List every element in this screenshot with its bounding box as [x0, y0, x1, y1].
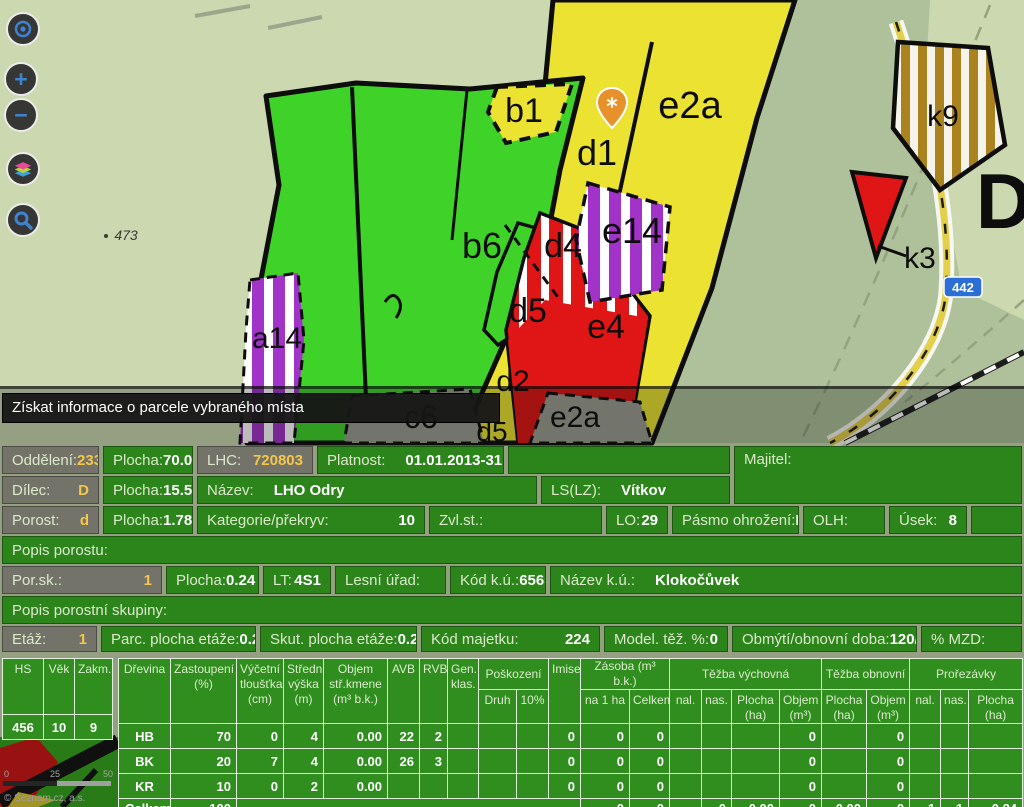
map-tooltip: Získat informace o parcele vybraného mís… — [2, 393, 500, 423]
field-nazev-ku: Název k.ú.: Klokočůvek — [550, 566, 1022, 594]
app-window: b1 d1 e2a b6 d4 e14 d5 e4 a14 d2 c6 e2a … — [0, 0, 1024, 807]
field-model-tez: Model. těž. %: 0 — [604, 626, 728, 652]
field-lt: LT: 4S1 — [263, 566, 331, 594]
search-button[interactable] — [6, 203, 40, 237]
field-plocha-dilec: Plocha:15.58 — [103, 476, 193, 504]
stand-table: Dřevina Zastoupení (%) Výčetní tloušťka … — [118, 658, 1024, 807]
field-kategorie: Kategorie/překryv: 10 — [197, 506, 425, 534]
field-dilec: Dílec: D — [2, 476, 99, 504]
field-lslz: LS(LZ): Vítkov — [541, 476, 730, 504]
field-kod-ku: Kód k.ú.:656526 — [450, 566, 546, 594]
map-label-d4: d4 — [544, 227, 582, 265]
road-sign-442: 442 — [943, 276, 983, 298]
locate-icon — [14, 20, 32, 38]
zoom-out-icon: − — [14, 101, 28, 128]
field-porsk: Por.sk.: 1 — [2, 566, 162, 594]
layers-icon — [14, 162, 32, 177]
field-obmyti: Obmýtí/obnovní doba:120/40 — [732, 626, 917, 652]
table-total-row: Celkem: 100 0 0 0 0.00 0 0.00 0 1 1 0.24 — [118, 798, 1024, 807]
map-label-e4: e4 — [587, 308, 625, 346]
map-label-a14: a14 — [252, 322, 302, 355]
map-label-e14: e14 — [602, 210, 662, 251]
map-label-k9: k9 — [927, 100, 959, 133]
field-plocha-porost: Plocha: 1.78 — [103, 506, 193, 534]
field-oddeleni: Oddělení:233 — [2, 446, 99, 474]
table-row: KR 10 02 0.00 00 0 0 0 — [118, 773, 1024, 799]
hs-table: HS Věk Zakm. 456 10 9 — [2, 658, 113, 740]
map-label-d-big: D — [976, 157, 1024, 245]
field-platnost: Platnost:01.01.2013-31.12.2022 — [317, 446, 504, 474]
field-kod-majetku: Kód majetku: 224 — [421, 626, 600, 652]
map-label-b6: b6 — [462, 225, 502, 266]
field-olh: OLH: — [803, 506, 885, 534]
field-etaz: Etáž: 1 — [2, 626, 97, 652]
zoom-in-button[interactable]: + — [4, 62, 38, 96]
table-row: HB 70 04 0.00 22 2 00 0 0 0 — [118, 723, 1024, 749]
field-majitel: Majitel: — [734, 446, 1022, 504]
field-lhc: LHC: 720803 — [197, 446, 313, 474]
map-label-d1: d1 — [577, 132, 617, 173]
field-zvlst: Zvl.st.: — [429, 506, 602, 534]
layers-button[interactable] — [6, 152, 40, 186]
svg-text:473: 473 — [114, 227, 138, 243]
hs-table-row: 456 10 9 — [2, 714, 113, 740]
info-panel: Získat informace o parcele vybraného mís… — [0, 386, 1024, 807]
field-lo: LO: 29 — [606, 506, 668, 534]
field-mzd: % MZD: — [921, 626, 1022, 652]
map-label-b1: b1 — [505, 92, 543, 130]
map-label-k3: k3 — [904, 242, 936, 275]
field-parc-plocha: Parc. plocha etáže:0.24 — [101, 626, 256, 652]
search-icon — [14, 211, 33, 230]
field-popis-porostu: Popis porostu: — [2, 536, 1022, 564]
empty-cell — [971, 506, 1022, 534]
field-plocha-porsk: Plocha: 0.24 — [166, 566, 259, 594]
zoom-in-icon: + — [14, 65, 28, 92]
field-nazev: Název: LHO Odry — [197, 476, 537, 504]
field-skut-plocha: Skut. plocha etáže:0.24 — [260, 626, 417, 652]
locate-button[interactable] — [6, 12, 40, 46]
zoom-out-button[interactable]: − — [4, 98, 38, 132]
svg-text:442: 442 — [952, 280, 974, 295]
map-label-d5: d5 — [509, 292, 547, 330]
field-lesni-urad: Lesní úřad: — [335, 566, 446, 594]
table-row: BK 20 74 0.00 26 3 00 0 0 0 — [118, 748, 1024, 774]
field-porost: Porost: d — [2, 506, 99, 534]
empty-cell — [508, 446, 730, 474]
field-plocha-oddeleni: Plocha:70.04 — [103, 446, 193, 474]
field-usek: Úsek: 8 — [889, 506, 967, 534]
field-popis-skupiny: Popis porostní skupiny: — [2, 596, 1022, 624]
map-label-e2a-top: e2a — [658, 85, 722, 127]
field-pasmo: Pásmo ohrožení:D — [672, 506, 799, 534]
